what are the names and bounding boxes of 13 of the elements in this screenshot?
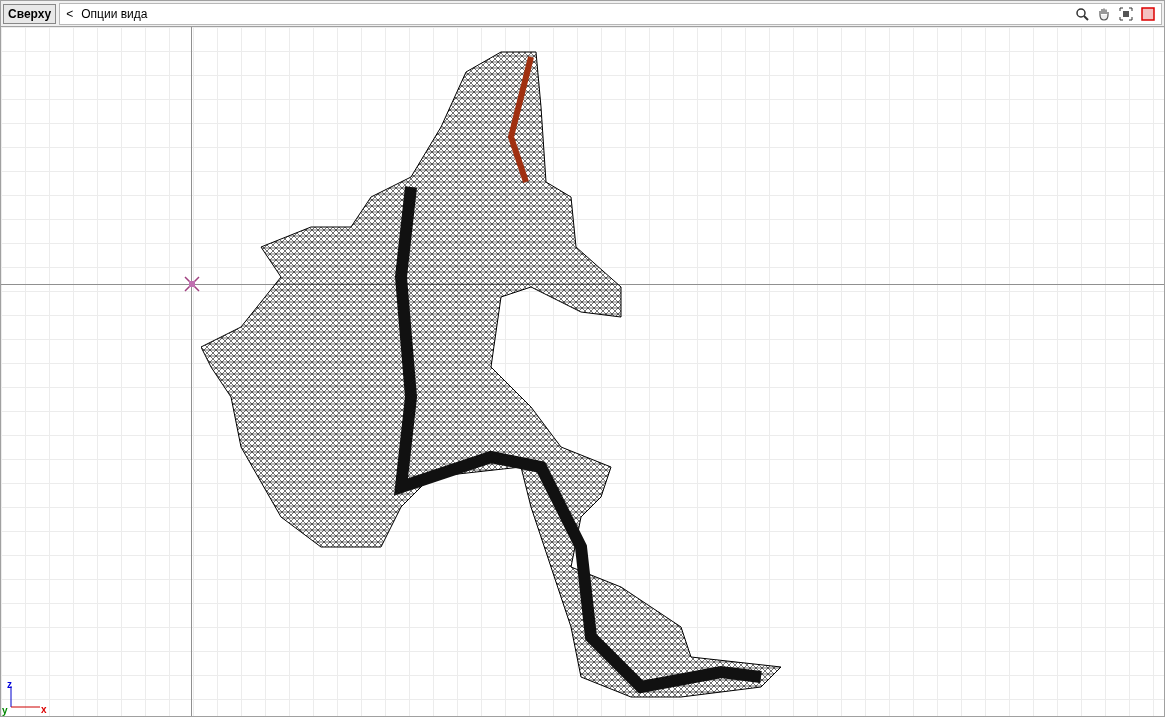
origin-marker-icon [184,276,200,292]
x-axis-label: x [41,705,47,715]
z-axis-label: z [7,680,12,690]
zoom-extents-icon[interactable] [1119,6,1133,21]
options-title: Опции вида [81,5,148,23]
view-button[interactable]: Сверху [3,3,57,24]
viewport[interactable]: z y x [1,27,1164,716]
axis-drawing [10,686,40,708]
hand-icon[interactable] [1097,6,1111,21]
zoom-icon[interactable] [1075,6,1089,21]
y-axis-label: y [2,706,8,716]
collapse-button[interactable]: < [66,4,74,23]
maximize-icon[interactable] [1141,6,1155,21]
